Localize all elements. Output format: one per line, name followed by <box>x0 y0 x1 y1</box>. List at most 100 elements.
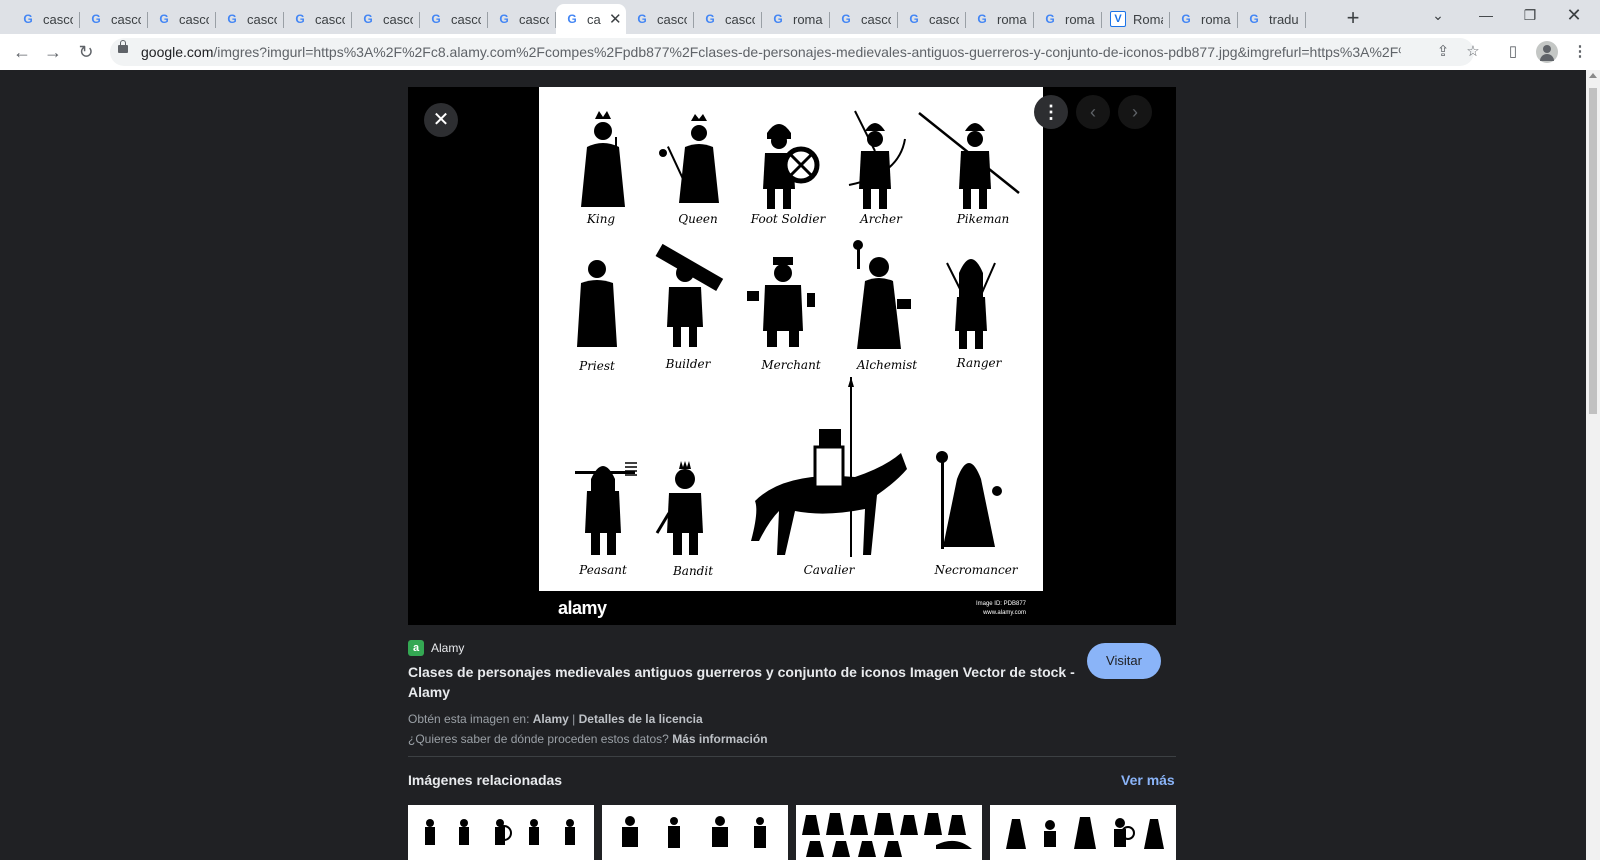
tab-title: casco <box>247 11 277 27</box>
close-viewer-icon[interactable]: ✕ <box>424 103 458 137</box>
queen-figure <box>659 114 719 203</box>
browser-tab[interactable]: Groma <box>1034 4 1102 34</box>
related-thumb-graphic <box>802 813 972 857</box>
browser-tab[interactable]: Gcasco <box>694 4 762 34</box>
tab-title: roma <box>1201 11 1231 27</box>
url-text[interactable]: google.com/imgres?imgurl=https%3A%2F%2Fc… <box>141 44 1401 60</box>
tab-title: casco <box>43 11 73 27</box>
tab-title: casco <box>657 11 687 27</box>
tab-title: casco <box>179 11 209 27</box>
visit-button[interactable]: Visitar <box>1087 643 1161 679</box>
browser-tab[interactable]: Gcasco <box>148 4 216 34</box>
browser-tab[interactable]: Groma <box>1170 4 1238 34</box>
minimize-button[interactable]: — <box>1464 0 1508 30</box>
image-viewer: King Queen Foot Soldier Archer Pikeman P… <box>408 87 1176 625</box>
side-panel-icon[interactable]: ▯ <box>1503 42 1523 62</box>
get-image-line: Obtén esta imagen en: Alamy | Detalles d… <box>408 712 703 726</box>
browser-tab[interactable]: Gcasco <box>216 4 284 34</box>
browser-tab[interactable]: Gcasco <box>420 4 488 34</box>
tab-title: casco <box>383 11 413 27</box>
label-necromancer: Necromancer <box>933 563 1018 577</box>
google-icon: G <box>1045 12 1055 26</box>
tab-title: casco <box>519 11 549 27</box>
see-more-link[interactable]: Ver más <box>1121 772 1175 788</box>
back-button[interactable]: ← <box>10 40 34 64</box>
related-thumb-graphic <box>622 816 766 848</box>
label-peasant: Peasant <box>578 563 627 577</box>
browser-tab[interactable]: Gcasco <box>352 4 420 34</box>
archer-figure <box>848 110 906 209</box>
menu-kebab-icon[interactable]: ⋮ <box>1570 42 1590 62</box>
forward-button[interactable]: → <box>41 40 65 64</box>
related-image-thumb[interactable] <box>602 805 788 860</box>
source-row[interactable]: a Alamy <box>408 639 464 657</box>
browser-tab[interactable]: Groma <box>762 4 830 34</box>
previous-image-icon[interactable]: ‹ <box>1076 95 1110 129</box>
tab-search-icon[interactable]: ⌄ <box>1416 0 1460 30</box>
builder-figure <box>655 243 724 347</box>
browser-tab[interactable]: Groma <box>966 4 1034 34</box>
section-divider <box>408 756 1176 757</box>
scroll-up-arrow[interactable] <box>1589 73 1597 78</box>
label-cavalier: Cavalier <box>804 563 856 577</box>
close-tab-icon[interactable]: ✕ <box>609 10 622 28</box>
tab-strip: + ⌄ — ❐ ✕ GcascoGcascoGcascoGcascoGcasco… <box>0 0 1600 34</box>
tab-title: casco <box>451 11 481 27</box>
related-thumb-graphic <box>425 819 575 845</box>
tab-separator <box>1305 12 1306 28</box>
bookmark-star-icon[interactable]: ☆ <box>1463 42 1483 62</box>
foot-soldier-figure <box>763 124 820 209</box>
tab-title: casco <box>929 11 959 27</box>
browser-tab[interactable]: Gcasco <box>626 4 694 34</box>
new-tab-button[interactable]: + <box>1340 5 1366 31</box>
label-queen: Queen <box>678 212 718 226</box>
google-icon: G <box>1249 12 1259 26</box>
necromancer-figure <box>936 451 1002 549</box>
google-icon: G <box>909 12 919 26</box>
scrollbar-thumb[interactable] <box>1589 88 1597 414</box>
tab-title: tradu <box>1269 11 1299 27</box>
google-icon: G <box>773 12 783 26</box>
related-image-thumb[interactable] <box>796 805 982 860</box>
king-figure <box>581 111 625 207</box>
next-image-icon[interactable]: › <box>1118 95 1152 129</box>
restore-button[interactable]: ❐ <box>1508 0 1552 30</box>
related-image-thumb[interactable] <box>990 805 1176 860</box>
license-details-link[interactable]: Detalles de la licencia <box>579 712 703 726</box>
browser-tab[interactable]: V Roma <box>1102 4 1170 34</box>
get-image-source-link[interactable]: Alamy <box>533 712 569 726</box>
close-window-button[interactable]: ✕ <box>1552 0 1596 30</box>
tab-title: Roma <box>1133 11 1163 27</box>
browser-tab[interactable]: Gcasco <box>80 4 148 34</box>
browser-tab[interactable]: Gca ✕ <box>556 4 626 34</box>
browser-tab[interactable]: Gcasco <box>488 4 556 34</box>
label-foot-soldier: Foot Soldier <box>750 212 827 226</box>
scrollbar[interactable] <box>1586 70 1600 860</box>
browser-tab[interactable]: Gcasco <box>12 4 80 34</box>
share-icon[interactable]: ⇪ <box>1433 42 1453 62</box>
source-name[interactable]: Alamy <box>431 641 464 655</box>
browser-tab[interactable]: Gtradu <box>1238 4 1306 34</box>
cavalier-figure <box>751 377 907 557</box>
browser-tab[interactable]: Gcasco <box>898 4 966 34</box>
address-bar[interactable]: google.com/imgres?imgurl=https%3A%2F%2Fc… <box>110 38 1480 66</box>
lock-icon[interactable] <box>118 40 128 53</box>
browser-tab[interactable]: Gcasco <box>830 4 898 34</box>
profile-avatar[interactable] <box>1536 41 1558 63</box>
more-info-link[interactable]: Más información <box>672 732 767 746</box>
data-origin-line: ¿Quieres saber de dónde proceden estos d… <box>408 732 768 746</box>
license-separator: | <box>572 712 576 726</box>
preview-image[interactable]: King Queen Foot Soldier Archer Pikeman P… <box>539 87 1043 591</box>
related-image-thumb[interactable] <box>408 805 594 860</box>
google-icon: G <box>705 12 715 26</box>
reload-button[interactable]: ↻ <box>74 40 98 64</box>
browser-tab[interactable]: Gcasco <box>284 4 352 34</box>
google-icon: G <box>1181 12 1191 26</box>
label-priest: Priest <box>578 359 615 373</box>
google-icon: G <box>499 12 509 26</box>
tab-title: ca <box>587 11 601 27</box>
google-icon: G <box>363 12 373 26</box>
tab-title: casco <box>111 11 141 27</box>
result-title[interactable]: Clases de personajes medievales antiguos… <box>408 662 1078 702</box>
more-options-icon[interactable]: ⋮ <box>1034 95 1068 129</box>
